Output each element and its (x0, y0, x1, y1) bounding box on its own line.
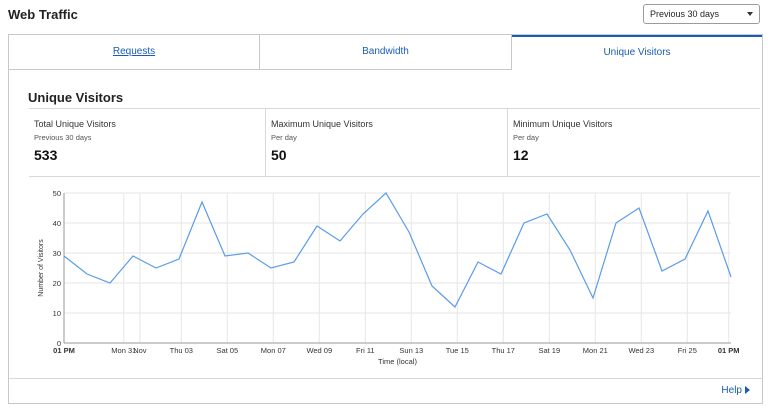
visitors-chart: 0 10 20 30 40 50 01 PM Mon 31 Nov Thu 03 Sat 05 Mon… (29, 178, 760, 368)
tab-requests[interactable]: Requests (9, 35, 260, 70)
traffic-panel: Requests Bandwidth Unique Visitors Uniqu… (8, 34, 763, 404)
stat-value: 533 (34, 147, 58, 163)
x-tick-label: 01 PM (53, 346, 75, 355)
panel-footer: Help (9, 378, 762, 404)
stat-label: Total Unique Visitors (34, 119, 116, 129)
y-tick-label: 40 (53, 219, 61, 228)
stat-label: Maximum Unique Visitors (271, 119, 373, 129)
chevron-down-icon (747, 12, 753, 16)
x-tick-label: Wed 23 (628, 346, 654, 355)
page-title: Web Traffic (8, 7, 78, 22)
stat-sublabel: Per day (271, 133, 297, 142)
y-tick-label: 30 (53, 249, 61, 258)
stat-value: 12 (513, 147, 529, 163)
x-tick-label: 01 PM (718, 346, 740, 355)
help-link[interactable]: Help (721, 385, 750, 396)
visitors-chart-svg: 0102030405001 PM Mon 31Nov Thu 03 Sat 05 Mon… (38, 189, 740, 366)
help-label: Help (721, 385, 742, 396)
stat-value: 50 (271, 147, 287, 163)
page-header: Web Traffic Previous 30 days (0, 0, 768, 32)
series-line (63, 192, 732, 308)
stats-row: Total Unique Visitors Previous 30 days 5… (29, 108, 760, 177)
stat-max-unique-visitors: Maximum Unique Visitors Per day 50 (266, 109, 508, 176)
y-tick-label: 20 (53, 279, 61, 288)
x-tick-label: Mon 07 (261, 346, 286, 355)
tab-bandwidth[interactable]: Bandwidth (260, 35, 512, 70)
stat-sublabel: Per day (513, 133, 539, 142)
y-tick-label: 10 (53, 309, 61, 318)
x-tick-label: Mon 21 (583, 346, 608, 355)
stat-min-unique-visitors: Minimum Unique Visitors Per day 12 (508, 109, 760, 176)
tab-bar: Requests Bandwidth Unique Visitors (9, 35, 762, 70)
section-title: Unique Visitors (28, 90, 124, 105)
x-tick-label: Thu 03 (170, 346, 193, 355)
tab-unique-visitors[interactable]: Unique Visitors (512, 35, 762, 70)
x-tick-label: Thu 17 (492, 346, 515, 355)
x-tick-label: Fri 11 (356, 346, 375, 355)
x-tick-label: Tue 15 (446, 346, 469, 355)
x-tick-label: Wed 09 (306, 346, 332, 355)
y-axis-title: Number of Visitors (38, 239, 45, 297)
x-tick-label: Nov (133, 346, 147, 355)
x-axis-title: Time (local) (378, 357, 417, 366)
x-tick-label: Sat 05 (216, 346, 238, 355)
stat-sublabel: Previous 30 days (34, 133, 92, 142)
x-tick-label: Sat 19 (538, 346, 560, 355)
caret-right-icon (745, 386, 750, 394)
y-tick-label: 50 (53, 189, 61, 198)
x-tick-label: Sun 13 (399, 346, 423, 355)
time-range-select[interactable]: Previous 30 days (643, 4, 760, 24)
stat-total-unique-visitors: Total Unique Visitors Previous 30 days 5… (29, 109, 266, 176)
time-range-selected-value: Previous 30 days (650, 9, 720, 19)
x-tick-label: Fri 25 (678, 346, 697, 355)
stat-label: Minimum Unique Visitors (513, 119, 613, 129)
